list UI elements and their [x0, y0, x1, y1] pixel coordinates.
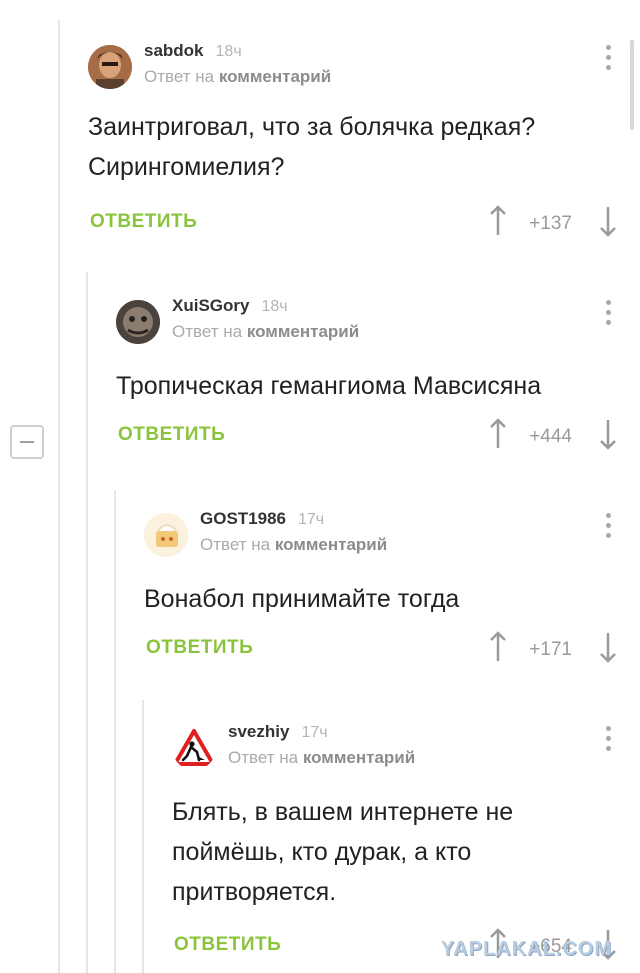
comment-username[interactable]: XuiSGory 18ч: [172, 296, 288, 316]
avatar[interactable]: [116, 300, 160, 344]
avatar-image-icon: [144, 513, 188, 557]
comment: GOST1986 17ч Ответ на комментарий Вонабол…: [144, 509, 640, 723]
arrow-down-icon[interactable]: [598, 418, 618, 450]
thread-line: [114, 490, 116, 973]
avatar[interactable]: [144, 513, 188, 557]
more-vertical-icon[interactable]: [606, 513, 612, 541]
collapse-thread-button[interactable]: [10, 425, 44, 459]
avatar[interactable]: [172, 726, 216, 770]
comment-username[interactable]: sabdok 18ч: [144, 41, 242, 61]
comment: XuiSGory 18ч Ответ на комментарий Тропиче…: [116, 296, 640, 510]
arrow-down-icon[interactable]: [598, 205, 618, 237]
reply-target-link[interactable]: комментарий: [275, 535, 387, 554]
comment-actions: ОТВЕТИТЬ +137: [88, 205, 640, 241]
reply-button[interactable]: ОТВЕТИТЬ: [146, 637, 253, 659]
reply-button[interactable]: ОТВЕТИТЬ: [118, 424, 225, 446]
reply-prefix: Ответ на: [172, 322, 243, 341]
reply-to-line: Ответ на комментарий: [172, 322, 359, 342]
thread-line: [58, 20, 60, 973]
arrow-up-icon[interactable]: [488, 631, 508, 663]
comment-time: 17ч: [298, 511, 325, 528]
comment-username[interactable]: GOST1986 17ч: [200, 509, 324, 529]
comment-actions: ОТВЕТИТЬ +444: [116, 418, 640, 454]
avatar-image-icon: [88, 45, 132, 89]
reply-button[interactable]: ОТВЕТИТЬ: [174, 934, 281, 956]
comment: sabdok 18ч Ответ на комментарий Заинтриго…: [88, 41, 640, 255]
username-text[interactable]: sabdok: [144, 41, 204, 60]
username-text[interactable]: XuiSGory: [172, 296, 249, 315]
comment-score: +444: [529, 426, 572, 447]
more-vertical-icon[interactable]: [606, 300, 612, 328]
username-text[interactable]: svezhiy: [228, 722, 289, 741]
comment-text: Вонабол принимайте тогда: [144, 585, 460, 613]
comment-score: +137: [529, 213, 572, 234]
comment-time: 18ч: [261, 298, 288, 315]
more-vertical-icon[interactable]: [606, 45, 612, 73]
reply-prefix: Ответ на: [144, 67, 215, 86]
more-vertical-icon[interactable]: [606, 726, 612, 754]
reply-prefix: Ответ на: [228, 748, 299, 767]
comment-time: 17ч: [301, 724, 328, 741]
reply-to-line: Ответ на комментарий: [200, 535, 387, 555]
thread-line: [86, 272, 88, 973]
comment-text: Заинтриговал, что за болячка редкая? Сир…: [88, 113, 536, 181]
comment-username[interactable]: svezhiy 17ч: [228, 722, 328, 742]
reply-prefix: Ответ на: [200, 535, 271, 554]
comment-text: Тропическая гемангиома Мавсисяна: [116, 372, 542, 400]
reply-to-line: Ответ на комментарий: [228, 748, 415, 768]
comment-text: Блять, в вашем интернете не поймёшь, кто…: [172, 798, 514, 906]
arrow-down-icon[interactable]: [598, 631, 618, 663]
reply-target-link[interactable]: комментарий: [247, 322, 359, 341]
avatar[interactable]: [88, 45, 132, 89]
reply-to-line: Ответ на комментарий: [144, 67, 331, 87]
thread-line: [142, 700, 144, 973]
comment: svezhiy 17ч Ответ на комментарий Блять, в…: [172, 722, 640, 973]
comment-score: +171: [529, 639, 572, 660]
reply-target-link[interactable]: комментарий: [303, 748, 415, 767]
username-text[interactable]: GOST1986: [200, 509, 286, 528]
avatar-image-icon: [116, 300, 160, 344]
road-work-sign-icon: [173, 729, 215, 766]
comment-time: 18ч: [215, 43, 242, 60]
watermark: YAPLAKAL.COM: [440, 938, 612, 960]
arrow-up-icon[interactable]: [488, 418, 508, 450]
arrow-up-icon[interactable]: [488, 205, 508, 237]
reply-button[interactable]: ОТВЕТИТЬ: [90, 211, 197, 233]
reply-target-link[interactable]: комментарий: [219, 67, 331, 86]
comment-actions: ОТВЕТИТЬ +171: [144, 631, 640, 667]
